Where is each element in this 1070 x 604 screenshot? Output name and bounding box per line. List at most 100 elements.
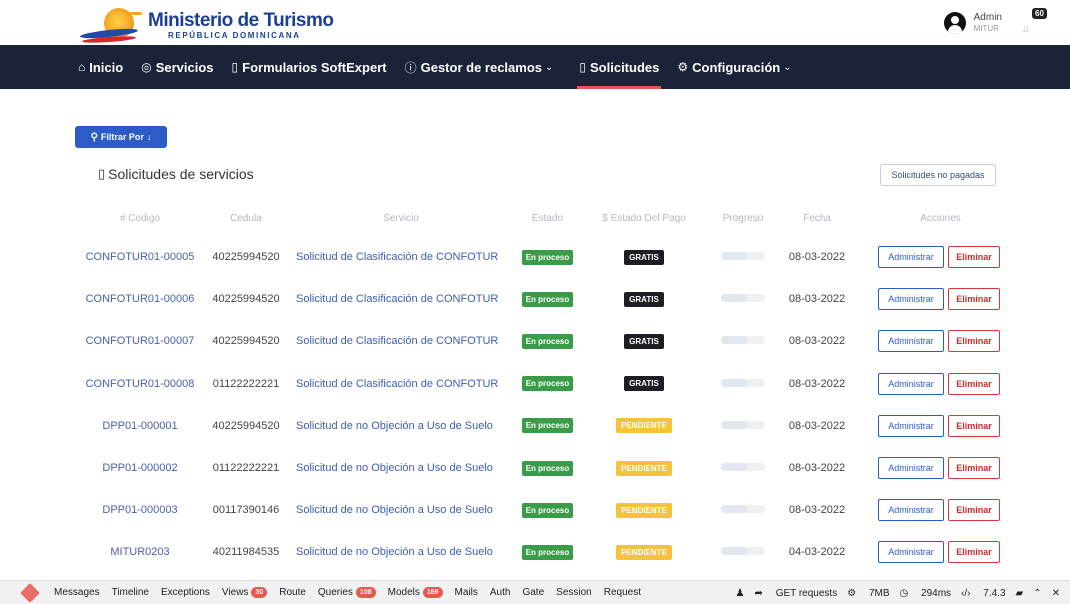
debugbar-tab-queries[interactable]: Queries 108	[318, 587, 376, 598]
nav-inicio[interactable]: ⌂ Inicio	[78, 45, 123, 89]
administrar-button[interactable]: Administrar	[878, 330, 944, 353]
user-name: Admin	[973, 12, 1002, 23]
debugbar-tab-models[interactable]: Models 169	[388, 587, 443, 598]
php-version: ‹/› 7.4.3	[961, 587, 1006, 599]
request-code[interactable]: CONFOTUR01-00007	[80, 335, 200, 347]
service-link[interactable]: Solicitud de Clasificación de CONFOTUR	[292, 378, 510, 390]
service-link[interactable]: Solicitud de no Objeción a Uso de Suelo	[292, 504, 510, 516]
request-code[interactable]: CONFOTUR01-00005	[80, 251, 200, 263]
ministry-logo[interactable]: Ministerio de Turismo REPÚBLICA DOMINICA…	[79, 6, 334, 44]
request-code[interactable]: DPP01-000001	[80, 420, 200, 432]
nav-label: Gestor de reclamos	[420, 59, 542, 75]
date-value: 04-03-2022	[788, 546, 846, 559]
progress-bar	[721, 336, 765, 345]
eliminar-button[interactable]: Eliminar	[948, 499, 1000, 522]
row-actions: Administrar Eliminar	[851, 246, 1000, 269]
eliminar-button[interactable]: Eliminar	[948, 541, 1000, 564]
nav-formularios[interactable]: ▯ Formularios SoftExpert	[232, 45, 387, 89]
debugbar-tab-mails[interactable]: Mails	[455, 587, 478, 598]
status-badge: En proceso	[521, 418, 574, 434]
eliminar-button[interactable]: Eliminar	[948, 288, 1000, 311]
progress-cell	[703, 251, 783, 263]
status-cell: En proceso	[510, 376, 585, 392]
service-link[interactable]: Solicitud de Clasificación de CONFOTUR	[292, 293, 510, 305]
payment-cell: GRATIS	[585, 333, 703, 349]
table-row: CONFOTUR01-00005 40225994520 Solicitud de …	[80, 236, 1000, 278]
box-icon: ◎	[141, 60, 152, 74]
info-icon: ⓘ	[404, 60, 417, 75]
administrar-button[interactable]: Administrar	[878, 246, 944, 269]
service-link[interactable]: Solicitud de Clasificación de CONFOTUR	[292, 335, 510, 347]
payment-cell: GRATIS	[585, 376, 703, 392]
progress-fill	[721, 336, 748, 345]
debugbar-tab-auth[interactable]: Auth	[490, 587, 511, 598]
request-code[interactable]: DPP01-000003	[80, 504, 200, 516]
row-actions: Administrar Eliminar	[851, 499, 1000, 522]
service-link[interactable]: Solicitud de no Objeción a Uso de Suelo	[292, 546, 510, 558]
request-code[interactable]: DPP01-000002	[80, 462, 200, 474]
debugbar-tab-request[interactable]: Request	[604, 587, 641, 598]
debugbar-tab-views[interactable]: Views 30	[222, 587, 268, 598]
nav-solicitudes[interactable]: ▯ Solicitudes	[577, 45, 662, 89]
chevron-up-icon[interactable]: ⌃	[1033, 588, 1041, 599]
filter-button[interactable]: ⚲ Filtrar Por ↓	[75, 126, 167, 148]
nav-gestor-reclamos[interactable]: ⓘ Gestor de reclamos ⌄	[405, 45, 554, 89]
service-link[interactable]: Solicitud de no Objeción a Uso de Suelo	[292, 462, 510, 474]
folder-icon[interactable]: ▰	[1016, 588, 1024, 599]
nav-configuracion[interactable]: ⚙ Configuración ⌄	[677, 45, 791, 89]
administrar-button[interactable]: Administrar	[878, 414, 944, 437]
administrar-button[interactable]: Administrar	[878, 372, 944, 395]
administrar-button[interactable]: Administrar	[878, 288, 944, 311]
debugbar-logo-icon[interactable]	[20, 581, 42, 604]
count-badge: 108	[355, 587, 376, 598]
eliminar-button[interactable]: Eliminar	[948, 246, 1000, 269]
debugbar-tab-label: Session	[556, 587, 592, 598]
debugbar-tab-route[interactable]: Route	[279, 587, 306, 598]
nav-label: Configuración	[692, 59, 781, 75]
date-value: 08-03-2022	[788, 504, 846, 517]
nav-label: Solicitudes	[590, 59, 660, 75]
header-estado-pago[interactable]: $ Estado Del Pago	[585, 213, 703, 224]
eliminar-button[interactable]: Eliminar	[948, 372, 1000, 395]
debugbar-tab-session[interactable]: Session	[556, 587, 592, 598]
service-link[interactable]: Solicitud de Clasificación de CONFOTUR	[292, 251, 510, 263]
payment-badge: PENDIENTE	[616, 502, 672, 518]
debugbar-tab-gate[interactable]: Gate	[522, 587, 544, 598]
request-selector[interactable]: ➦ GET requests	[755, 588, 838, 599]
user-menu[interactable]: Admin MITUR	[943, 12, 1002, 34]
status-cell: En proceso	[510, 502, 585, 518]
request-code[interactable]: MITUR0203	[80, 546, 200, 558]
chevron-down-icon: ⌄	[783, 61, 792, 73]
request-code[interactable]: CONFOTUR01-00008	[80, 378, 200, 390]
payment-badge: GRATIS	[624, 333, 664, 349]
header-estado[interactable]: Estado	[510, 213, 585, 224]
administrar-button[interactable]: Administrar	[878, 499, 944, 522]
date-value: 08-03-2022	[788, 251, 846, 264]
debugbar-tab-messages[interactable]: Messages	[54, 587, 100, 598]
close-icon[interactable]: ✕	[1052, 588, 1060, 599]
header-codigo[interactable]: # Codigo	[80, 213, 200, 224]
administrar-button[interactable]: Administrar	[878, 541, 944, 564]
service-link[interactable]: Solicitud de no Objeción a Uso de Suelo	[292, 420, 510, 432]
eliminar-button[interactable]: Eliminar	[948, 330, 1000, 353]
header-acciones: Acciones	[920, 212, 961, 224]
home-icon: ⌂	[78, 60, 86, 74]
section-title-text: Solicitudes de servicios	[108, 166, 254, 182]
status-badge: En proceso	[521, 249, 574, 265]
header-fecha[interactable]: Fecha	[783, 213, 851, 224]
header-progreso[interactable]: Progreso	[703, 213, 783, 224]
debugbar-tab-exceptions[interactable]: Exceptions	[161, 587, 210, 598]
header-cedula[interactable]: Cedula	[200, 213, 292, 224]
row-actions: Administrar Eliminar	[851, 330, 1000, 353]
nav-label: Formularios SoftExpert	[242, 59, 387, 75]
nav-servicios[interactable]: ◎ Servicios	[141, 45, 213, 89]
payment-badge: PENDIENTE	[616, 460, 672, 476]
request-code[interactable]: CONFOTUR01-00006	[80, 293, 200, 305]
header-servicio[interactable]: Servicio	[292, 213, 510, 224]
debugbar-tab-timeline[interactable]: Timeline	[112, 587, 149, 598]
unpaid-requests-button[interactable]: Solicitudes no pagadas	[880, 164, 996, 186]
eliminar-button[interactable]: Eliminar	[948, 457, 1000, 480]
eliminar-button[interactable]: Eliminar	[948, 414, 1000, 437]
count-badge: 169	[422, 587, 443, 598]
administrar-button[interactable]: Administrar	[878, 457, 944, 480]
